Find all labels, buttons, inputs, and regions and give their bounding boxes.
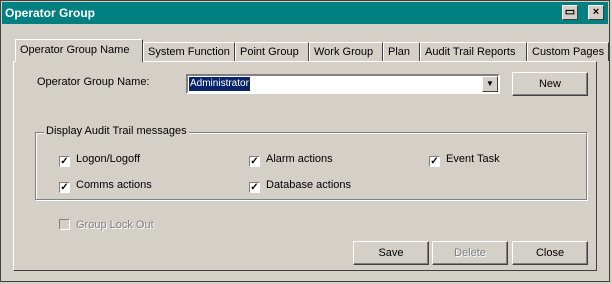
comms-actions-label: Comms actions <box>76 179 152 191</box>
restore-icon[interactable]: ▭ <box>562 5 578 20</box>
group-lock-out-label: Group Lock Out <box>76 219 154 231</box>
operator-group-name-value: Administrator <box>189 77 250 91</box>
tab-work-group[interactable]: Work Group <box>309 42 383 61</box>
event-task-label: Event Task <box>446 153 500 165</box>
audit-trail-group-label: Display Audit Trail messages <box>44 125 189 137</box>
tab-operator-group-name[interactable]: Operator Group Name <box>15 39 143 62</box>
tab-system-function[interactable]: System Function <box>143 42 235 61</box>
database-actions-checkbox[interactable]: ✓ Database actions <box>249 179 351 193</box>
chevron-down-icon[interactable]: ▼ <box>482 76 498 92</box>
tab-point-group[interactable]: Point Group <box>235 42 309 61</box>
check-icon: ✓ <box>59 156 70 167</box>
tab-plan[interactable]: Plan <box>383 42 420 61</box>
group-lock-out-checkbox: Group Lock Out <box>59 219 154 231</box>
new-button[interactable]: New <box>512 72 588 96</box>
alarm-actions-checkbox[interactable]: ✓ Alarm actions <box>249 153 333 167</box>
check-icon: ✓ <box>429 156 440 167</box>
operator-group-window: Operator Group ▭ × Operator Group Name S… <box>0 0 610 282</box>
close-button[interactable]: Close <box>512 241 588 265</box>
delete-button: Delete <box>432 241 508 265</box>
logon-logoff-label: Logon/Logoff <box>76 153 141 165</box>
check-icon: ✓ <box>59 182 70 193</box>
check-icon: ✓ <box>249 182 260 193</box>
close-icon[interactable]: × <box>588 5 604 20</box>
operator-group-name-combo[interactable]: Administrator ▼ <box>186 74 500 94</box>
check-icon: ✓ <box>249 156 260 167</box>
operator-group-name-label: Operator Group Name: <box>37 76 150 88</box>
comms-actions-checkbox[interactable]: ✓ Comms actions <box>59 179 152 193</box>
database-actions-label: Database actions <box>266 179 351 191</box>
title-bar[interactable]: Operator Group ▭ × <box>2 2 608 24</box>
logon-logoff-checkbox[interactable]: ✓ Logon/Logoff <box>59 153 140 167</box>
event-task-checkbox[interactable]: ✓ Event Task <box>429 153 500 167</box>
window-title: Operator Group <box>5 6 96 20</box>
save-button[interactable]: Save <box>353 241 429 265</box>
alarm-actions-label: Alarm actions <box>266 153 333 165</box>
tab-audit-trail-reports[interactable]: Audit Trail Reports <box>420 42 527 61</box>
tab-custom-pages[interactable]: Custom Pages <box>527 42 609 61</box>
